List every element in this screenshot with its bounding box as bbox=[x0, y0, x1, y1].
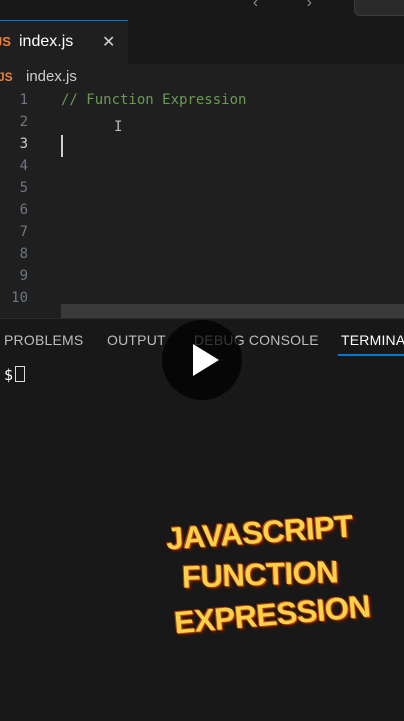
editor-line: 5 bbox=[0, 178, 404, 200]
javascript-file-icon: JS bbox=[0, 34, 11, 49]
overlay-line-2: FUNCTION bbox=[181, 554, 339, 595]
editor-line: 8 bbox=[0, 244, 404, 266]
horizontal-scrollbar[interactable] bbox=[61, 304, 404, 318]
terminal-prompt: $ bbox=[4, 366, 14, 384]
line-number: 10 bbox=[11, 290, 28, 306]
title-overlay: JAVASCRIPT FUNCTION EXPRESSION bbox=[160, 509, 372, 650]
line-number: 9 bbox=[19, 268, 28, 284]
line-number: 4 bbox=[19, 158, 28, 174]
breadcrumb: JS index.js bbox=[0, 66, 404, 88]
nav-arrows-icon[interactable]: ‹ › bbox=[253, 0, 334, 12]
video-play-button[interactable] bbox=[162, 320, 242, 400]
mouse-ibeam-icon: I bbox=[114, 119, 123, 135]
line-number: 8 bbox=[19, 246, 28, 262]
editor-line: 2 bbox=[0, 112, 404, 134]
code-line[interactable]: // Function Expression bbox=[61, 92, 246, 108]
javascript-file-icon: JS bbox=[0, 70, 13, 84]
editor-line: 1 // Function Expression bbox=[0, 90, 404, 112]
breadcrumb-file[interactable]: index.js bbox=[26, 68, 77, 85]
line-number: 1 bbox=[19, 92, 28, 108]
editor-tab-bar: JS index.js ✕ bbox=[0, 20, 404, 64]
line-number: 2 bbox=[19, 114, 28, 130]
terminal-cursor bbox=[15, 366, 26, 382]
text-cursor bbox=[61, 135, 63, 157]
line-number: 7 bbox=[19, 224, 28, 240]
line-number: 5 bbox=[19, 180, 28, 196]
active-tab-indicator bbox=[338, 354, 404, 356]
close-icon[interactable]: ✕ bbox=[102, 32, 115, 52]
tab-terminal[interactable]: TERMINAL bbox=[341, 332, 404, 348]
tab-output[interactable]: OUTPUT bbox=[107, 332, 166, 348]
line-number-active: 3 bbox=[19, 136, 28, 152]
title-bar: ‹ › bbox=[0, 0, 404, 20]
editor-line: 4 bbox=[0, 156, 404, 178]
terminal-prompt-line[interactable]: $ bbox=[4, 366, 26, 384]
tab-problems[interactable]: PROBLEMS bbox=[4, 332, 83, 348]
overlay-line-1: JAVASCRIPT bbox=[164, 508, 354, 557]
command-center[interactable] bbox=[354, 0, 404, 16]
line-number: 6 bbox=[19, 202, 28, 218]
editor-line: 9 bbox=[0, 266, 404, 288]
editor-line: 7 bbox=[0, 222, 404, 244]
code-editor[interactable]: 1 // Function Expression 2 3 4 5 6 7 8 9… bbox=[0, 90, 404, 318]
tab-index-js[interactable]: JS index.js ✕ bbox=[0, 20, 128, 64]
play-icon bbox=[193, 344, 219, 376]
editor-line: 6 bbox=[0, 200, 404, 222]
tab-label: index.js bbox=[19, 33, 74, 50]
